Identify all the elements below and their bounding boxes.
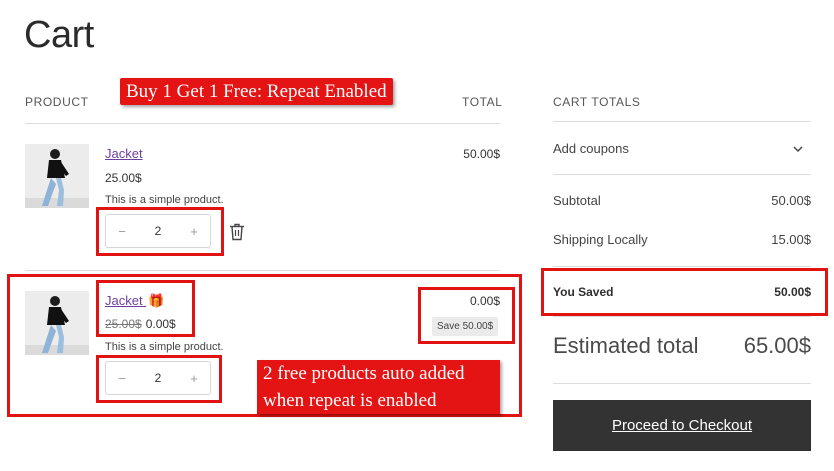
- estimated-total-label: Estimated total: [553, 333, 699, 358]
- add-coupons-toggle[interactable]: Add coupons: [553, 140, 811, 156]
- product-link-jacket[interactable]: Jacket: [105, 146, 143, 161]
- highlight-free-price: [96, 280, 195, 337]
- subtotal-label: Subtotal: [553, 193, 601, 208]
- product-price: 25.00$: [105, 171, 142, 185]
- total-column-header: TOTAL: [462, 95, 503, 109]
- annotation-auto-added: 2 free products auto added when repeat i…: [257, 360, 500, 414]
- annotation-line: 2 free products auto added: [263, 363, 465, 384]
- you-saved-label: You Saved: [553, 285, 614, 299]
- subtotal-row: Subtotal 50.00$: [553, 193, 811, 208]
- chevron-down-icon[interactable]: [792, 143, 804, 155]
- you-saved-value: 50.00$: [774, 285, 811, 299]
- highlight-free-quantity: [96, 355, 222, 403]
- product-column-header: PRODUCT: [25, 95, 89, 109]
- shipping-value: 15.00$: [771, 232, 811, 247]
- totals-divider: [553, 316, 811, 317]
- highlight-quantity-box: [96, 207, 224, 256]
- row-divider: [25, 270, 500, 271]
- page-title: Cart: [24, 14, 94, 56]
- totals-divider: [553, 266, 811, 267]
- you-saved-row: You Saved 50.00$: [553, 285, 811, 299]
- product-description: This is a simple product.: [105, 194, 224, 206]
- proceed-to-checkout-button[interactable]: Proceed to Checkout: [553, 400, 811, 451]
- shipping-row: Shipping Locally 15.00$: [553, 232, 811, 247]
- totals-divider: [553, 121, 811, 122]
- product-thumbnail[interactable]: [25, 144, 89, 208]
- estimated-total-value: 65.00$: [743, 333, 811, 358]
- highlight-free-total: [418, 287, 515, 344]
- trash-icon[interactable]: [229, 223, 245, 241]
- shipping-label: Shipping Locally: [553, 232, 648, 247]
- annotation-repeat-enabled: Buy 1 Get 1 Free: Repeat Enabled: [120, 78, 393, 105]
- totals-divider: [553, 383, 811, 384]
- subtotal-value: 50.00$: [771, 193, 811, 208]
- totals-divider: [553, 174, 811, 175]
- estimated-total-row: Estimated total 65.00$: [553, 333, 811, 359]
- line-total: 50.00$: [463, 147, 500, 161]
- add-coupons-label[interactable]: Add coupons: [553, 141, 629, 156]
- annotation-line: when repeat is enabled: [263, 390, 437, 411]
- header-divider: [25, 123, 500, 124]
- cart-totals-header: CART TOTALS: [553, 95, 641, 109]
